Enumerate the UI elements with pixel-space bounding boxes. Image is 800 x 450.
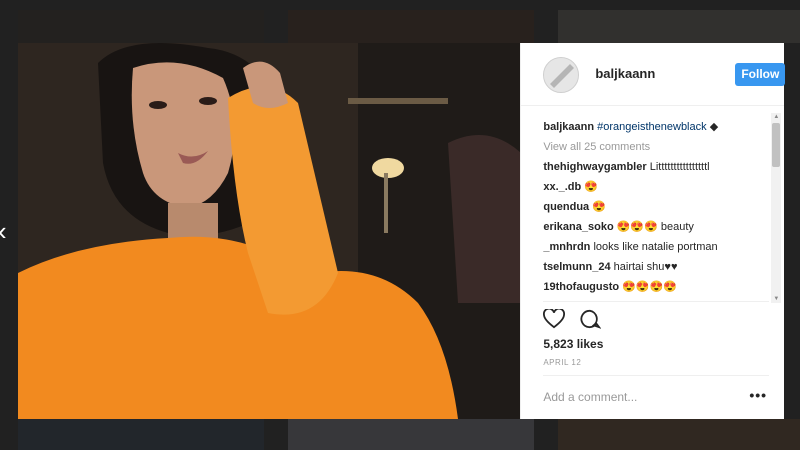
comment-item: 19thofaugusto 😍😍😍😍 — [543, 277, 769, 297]
comments-list: baljkaann #orangeisthenewblack ◆ View al… — [543, 117, 769, 297]
divider — [543, 301, 770, 302]
comment-username[interactable]: 19thofaugusto — [543, 281, 619, 293]
post-photo[interactable] — [18, 43, 521, 419]
heart-icon[interactable] — [543, 309, 566, 329]
caption: baljkaann #orangeisthenewblack ◆ — [543, 117, 769, 137]
post-username[interactable]: baljkaann — [595, 66, 655, 81]
post-date: APRIL 12 — [543, 358, 582, 367]
scroll-down-arrow[interactable]: ▼ — [771, 295, 781, 303]
comment-username[interactable]: xx._.db — [543, 181, 581, 193]
previous-post-arrow[interactable]: ‹ — [0, 218, 12, 244]
comment-username[interactable]: _mnhrdn — [543, 241, 590, 253]
comment-text: 😍 — [592, 201, 606, 213]
avatar-image — [544, 58, 579, 92]
comment-text: 😍😍😍😍 — [622, 281, 677, 293]
view-all-comments-link[interactable]: View all 25 comments — [543, 137, 769, 157]
caption-username[interactable]: baljkaann — [543, 121, 594, 133]
caption-emoji: ◆ — [709, 121, 719, 133]
comment-item: erikana_soko 😍😍😍 beauty — [543, 217, 769, 237]
divider — [543, 375, 770, 376]
photo-illustration — [18, 43, 521, 419]
post-side-panel: baljkaann Follow baljkaann #orangeisthen… — [520, 43, 786, 419]
avatar[interactable] — [543, 57, 580, 93]
comments-scrollbar[interactable]: ▲ ▼ — [771, 113, 782, 303]
comment-text: looks like natalie portman — [593, 241, 718, 253]
more-options-icon[interactable]: ••• — [749, 387, 767, 403]
comment-item: quendua 😍 — [543, 197, 769, 217]
comment-item: tselmunn_24 hairtai shu♥♥ — [543, 257, 769, 277]
comment-username[interactable]: tselmunn_24 — [543, 261, 610, 273]
comment-text: Littttttttttttttttl — [649, 161, 710, 173]
add-comment-input[interactable]: Add a comment... — [543, 390, 637, 404]
post-header: baljkaann Follow — [521, 43, 786, 106]
comment-item: thehighwaygambler Littttttttttttttttl — [543, 157, 769, 177]
post-modal: baljkaann Follow baljkaann #orangeisthen… — [18, 43, 786, 419]
comment-text: 😍😍😍 beauty — [616, 221, 694, 233]
comment-icon[interactable] — [579, 309, 602, 329]
scrollbar-thumb[interactable] — [772, 123, 781, 167]
comment-text: 😍 — [584, 181, 599, 193]
follow-button[interactable]: Follow — [735, 63, 786, 86]
action-bar — [543, 309, 602, 333]
scroll-up-arrow[interactable]: ▲ — [771, 113, 781, 121]
comment-username[interactable]: thehighwaygambler — [543, 161, 646, 173]
comment-text: hairtai shu♥♥ — [613, 261, 678, 273]
likes-count[interactable]: 5,823 likes — [543, 337, 603, 351]
comment-username[interactable]: erikana_soko — [543, 221, 613, 233]
comment-username[interactable]: quendua — [543, 201, 589, 213]
comment-item: _mnhrdn looks like natalie portman — [543, 237, 769, 257]
comment-item: xx._.db 😍 — [543, 177, 769, 197]
caption-hashtag[interactable]: #orangeisthenewblack — [597, 121, 706, 133]
